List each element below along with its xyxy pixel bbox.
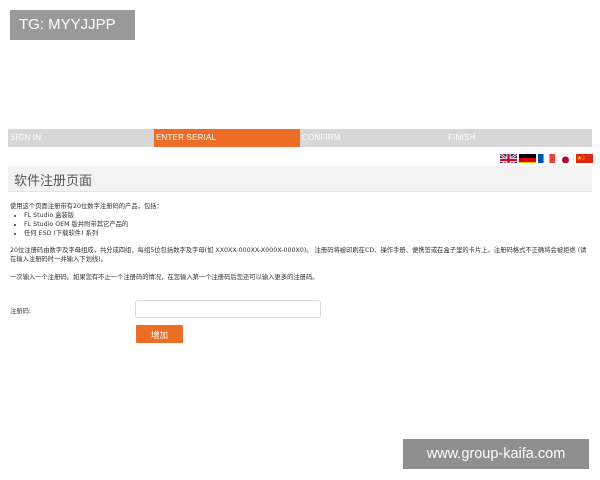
list-item: FL Studio 盒装版 — [24, 211, 590, 220]
add-button[interactable]: 增加 — [136, 325, 183, 343]
serial-input[interactable] — [135, 300, 321, 318]
registration-steps: SIGN IN ENTER SERIAL CONFIRM FINISH — [8, 129, 592, 147]
step-confirm: CONFIRM — [302, 133, 341, 142]
multi-serial-note: 一次输入一个注册码。如果您有不止一个注册码的情况，在您输入第一个注册码后您还可以… — [10, 274, 319, 281]
step-finish: FINISH — [448, 133, 476, 142]
site-watermark: www.group-kaifa.com — [403, 439, 589, 469]
intro-text: 使用这个页面注册带有20位数字注册码的产品，包括： — [10, 203, 163, 210]
serial-label: 注册码: — [10, 308, 32, 315]
germany-flag-icon[interactable] — [519, 151, 536, 163]
list-item: 任何 ESD (下载软件) 系列 — [24, 229, 590, 238]
list-item: FL Studio OEM 版并附带其它产品的 — [24, 220, 590, 229]
format-note: 20位注册码由数字及字母组成，共分成四组，每组5位包括数字及字母(如 XX0XX… — [10, 247, 587, 263]
language-flags — [500, 151, 593, 164]
tg-watermark-tag: TG: MYYJJPP — [10, 10, 135, 40]
france-flag-icon[interactable] — [538, 151, 555, 163]
instructions: 使用这个页面注册带有20位数字注册码的产品，包括： FL Studio 盒装版 … — [10, 202, 590, 282]
china-flag-icon[interactable] — [576, 151, 593, 163]
step-enter-serial: ENTER SERIAL — [154, 129, 300, 147]
japan-flag-icon[interactable] — [557, 151, 574, 163]
step-sign-in: SIGN IN — [10, 133, 42, 142]
page-title-bar: 软件注册页面 — [8, 166, 592, 192]
page-title: 软件注册页面 — [14, 174, 93, 189]
product-list: FL Studio 盒装版 FL Studio OEM 版并附带其它产品的 任何… — [10, 211, 590, 238]
uk-flag-icon[interactable] — [500, 151, 517, 163]
